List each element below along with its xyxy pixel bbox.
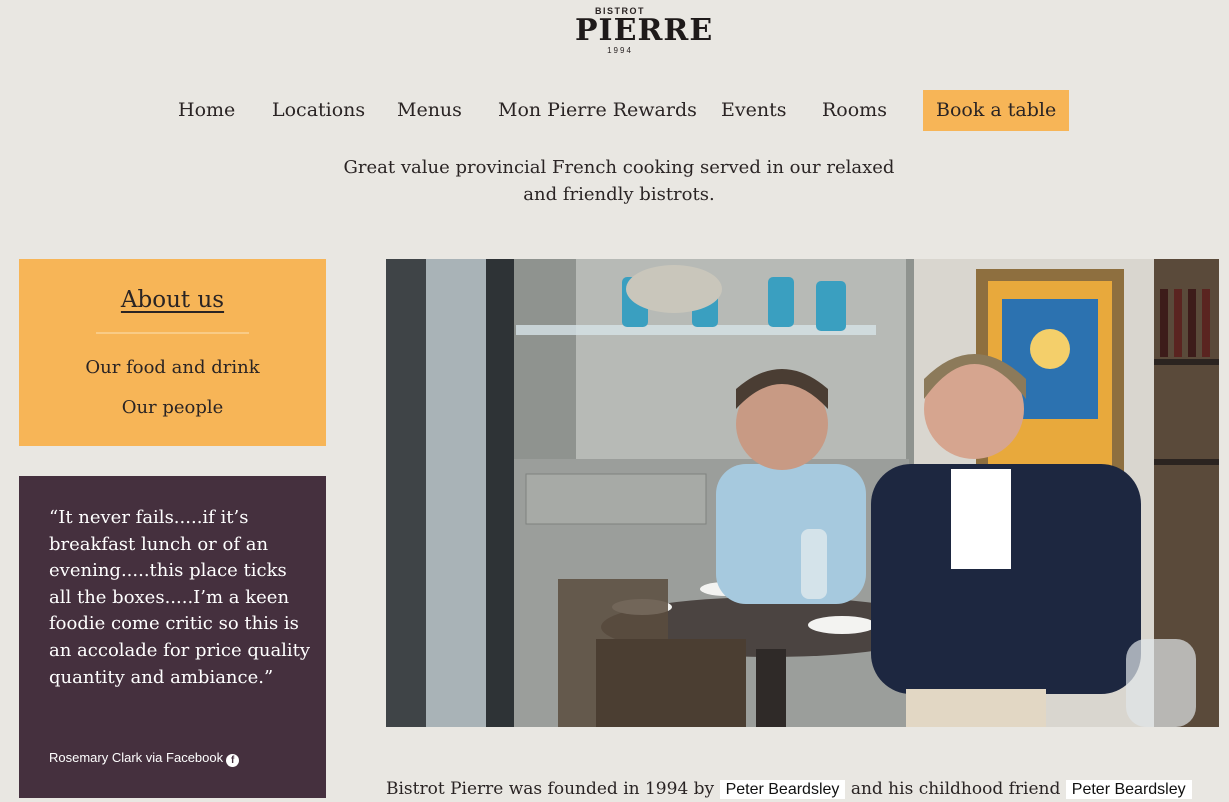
testimonial-box: “It never fails.....if it’s breakfast lu… <box>19 476 326 798</box>
childhood-friend-text: and his childhood friend <box>850 779 1061 799</box>
founded-paragraph: Bistrot Pierre was founded in 1994 by Pe… <box>386 779 1192 799</box>
nav-locations[interactable]: Locations <box>272 90 365 131</box>
book-table-button[interactable]: Book a table <box>923 90 1070 131</box>
tagline-line-1: Great value provincial French cooking se… <box>343 157 895 178</box>
founded-text: Bistrot Pierre was founded in 1994 by <box>386 779 715 799</box>
sidebar-item-food-drink[interactable]: Our food and drink <box>19 357 326 378</box>
facebook-icon[interactable]: f <box>226 754 240 767</box>
bistro-photo-illustration <box>386 259 1219 727</box>
logo-pierre-text: PIERRE <box>575 13 714 48</box>
attribution-text: Rosemary Clark via Facebook <box>49 750 224 765</box>
founder-name-2: Peter Beardsley <box>1065 780 1192 799</box>
nav-menus[interactable]: Menus <box>397 90 462 131</box>
about-us-link[interactable]: About us <box>19 287 326 313</box>
sidebar-item-people[interactable]: Our people <box>19 397 326 418</box>
testimonial-attribution[interactable]: Rosemary Clark via Facebook f <box>49 750 240 767</box>
nav-home[interactable]: Home <box>178 90 235 131</box>
sidebar-divider <box>96 332 249 334</box>
bistro-photo <box>386 259 1219 727</box>
founder-name-1: Peter Beardsley <box>719 780 846 799</box>
logo[interactable]: BISTROT PIERRE 1994 <box>575 6 714 55</box>
testimonial-quote: “It never fails.....if it’s breakfast lu… <box>49 507 311 688</box>
about-sidebar: About us Our food and drink Our people <box>19 259 326 446</box>
nav-rooms[interactable]: Rooms <box>822 90 887 131</box>
nav-events[interactable]: Events <box>721 90 786 131</box>
nav-rewards[interactable]: Mon Pierre Rewards <box>498 90 697 131</box>
main-nav: Home Locations Menus Mon Pierre Rewards … <box>0 90 1229 131</box>
tagline: Great value provincial French cooking se… <box>300 154 938 208</box>
tagline-line-2: and friendly bistrots. <box>523 184 715 205</box>
